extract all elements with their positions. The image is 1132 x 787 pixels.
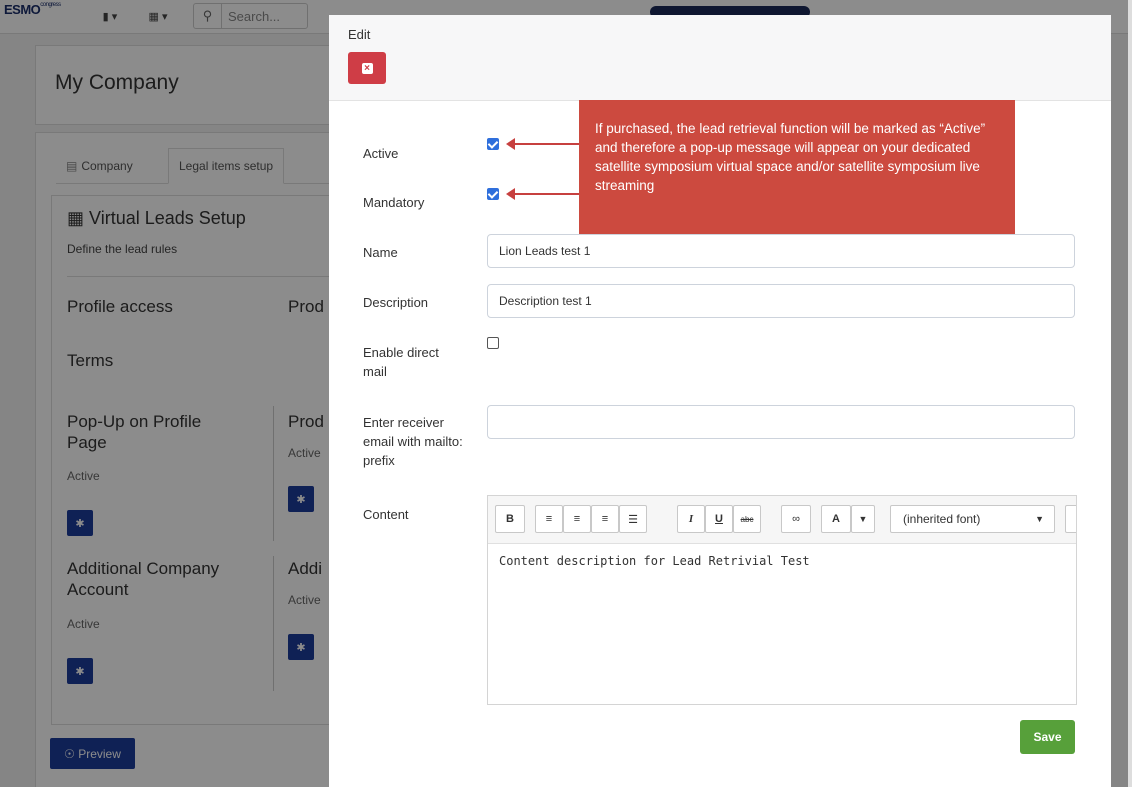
chevron-down-icon: ▼ (1035, 514, 1044, 524)
underline-button[interactable]: U (705, 505, 733, 533)
font-color-button[interactable]: A (821, 505, 851, 533)
modal-title: Edit (348, 27, 371, 42)
link-icon[interactable]: ∞ (781, 505, 811, 533)
italic-button[interactable]: I (677, 505, 705, 533)
active-checkbox[interactable] (487, 138, 499, 150)
rich-text-editor: B ≡ ≡ ≡ ☰ I U abc ∞ A ▼ (inherited font)… (487, 495, 1077, 705)
more-toolbar-button[interactable] (1065, 505, 1076, 533)
callout-arrow (506, 138, 579, 150)
page-scrollbar[interactable] (1128, 0, 1132, 787)
font-family-value: (inherited font) (903, 512, 981, 526)
receiver-email-input[interactable] (487, 405, 1075, 439)
align-left-icon[interactable]: ≡ (535, 505, 563, 533)
save-button[interactable]: Save (1020, 720, 1075, 754)
align-right-icon[interactable]: ≡ (591, 505, 619, 533)
mandatory-checkbox[interactable] (487, 188, 499, 200)
name-field-label: Name (363, 245, 398, 260)
mandatory-field-label: Mandatory (363, 195, 425, 210)
font-family-select[interactable]: (inherited font) ▼ (890, 505, 1055, 533)
close-icon: × (361, 62, 373, 74)
close-button[interactable]: × (348, 52, 386, 84)
callout-arrow (506, 188, 579, 200)
info-callout: If purchased, the lead retrieval functio… (579, 100, 1015, 234)
receiver-email-label: Enter receiver email with mailto: prefix (363, 415, 463, 468)
align-justify-icon[interactable]: ☰ (619, 505, 647, 533)
font-color-dropdown-icon[interactable]: ▼ (851, 505, 875, 533)
direct-mail-checkbox[interactable] (487, 337, 499, 349)
active-field-label: Active (363, 146, 399, 161)
align-center-icon[interactable]: ≡ (563, 505, 591, 533)
name-input[interactable] (487, 234, 1075, 268)
modal-header: Edit × (329, 15, 1111, 101)
editor-content[interactable]: Content description for Lead Retrivial T… (499, 554, 810, 568)
strikethrough-button[interactable]: abc (733, 505, 761, 533)
description-field-label: Description (363, 295, 429, 310)
editor-toolbar: B ≡ ≡ ≡ ☰ I U abc ∞ A ▼ (inherited font)… (488, 496, 1076, 544)
content-field-label: Content (363, 507, 409, 522)
edit-modal: Edit × Active Mandatory If purchased, th… (329, 15, 1111, 787)
direct-mail-label: Enable direct mail (363, 345, 439, 379)
description-input[interactable] (487, 284, 1075, 318)
bold-button[interactable]: B (495, 505, 525, 533)
